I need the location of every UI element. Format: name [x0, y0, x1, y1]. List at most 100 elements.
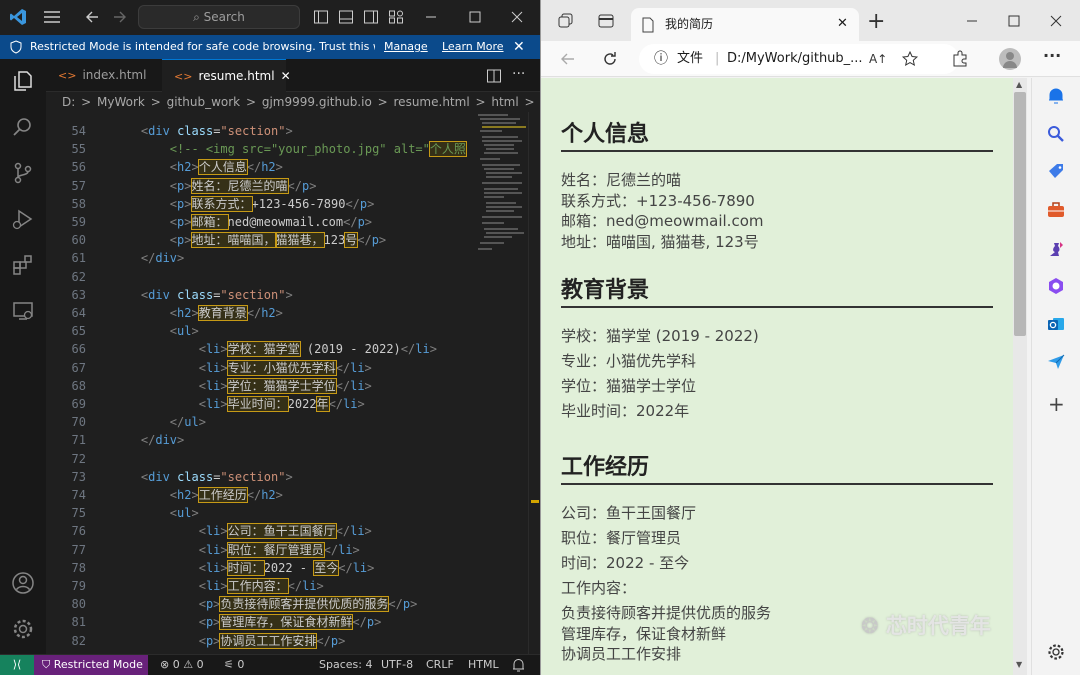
add-sidebar-app-icon[interactable]: +: [1048, 392, 1065, 416]
code-line[interactable]: 78 <li>时间：2022 - 至今</li>: [46, 559, 472, 577]
code-line[interactable]: 74 <h2>工作经历</h2>: [46, 486, 472, 504]
editor-scrollbar[interactable]: [528, 112, 540, 654]
code-line[interactable]: 77 <li>职位：餐厅管理员</li>: [46, 541, 472, 559]
explorer-icon[interactable]: [11, 69, 35, 93]
scrollbar-thumb[interactable]: [1014, 92, 1026, 336]
profile-avatar[interactable]: [999, 48, 1021, 70]
shopping-tag-icon[interactable]: [1046, 162, 1066, 182]
code-line[interactable]: 64 <h2>教育背景</h2>: [46, 304, 472, 322]
tab-resume-html[interactable]: <> resume.html ✕: [162, 59, 291, 92]
learn-more-link[interactable]: Learn More: [442, 35, 504, 59]
code-line[interactable]: 65 <ul>: [46, 322, 472, 340]
encoding-status[interactable]: UTF-8: [381, 655, 413, 675]
code-line[interactable]: 75 <ul>: [46, 504, 472, 522]
code-line[interactable]: 59 <p>邮箱：ned@meowmail.com</p>: [46, 213, 472, 231]
eol-status[interactable]: CRLF: [426, 655, 454, 675]
code-line[interactable]: 81 <p>管理库存，保证食材新鲜</p>: [46, 613, 472, 631]
breadcrumb-file[interactable]: resume.html: [394, 95, 470, 109]
scroll-up-icon[interactable]: ▲: [1016, 80, 1022, 89]
manage-link[interactable]: Manage: [384, 35, 428, 59]
microsoft-365-icon[interactable]: [1046, 276, 1066, 296]
customize-layout-icon[interactable]: [388, 9, 404, 25]
more-actions-icon[interactable]: ···: [512, 59, 525, 89]
code-line[interactable]: 68 <li>学位：猫猫学士学位</li>: [46, 377, 472, 395]
drop-send-icon[interactable]: [1046, 352, 1066, 372]
indentation-status[interactable]: Spaces: 4: [319, 655, 372, 675]
split-editor-icon[interactable]: [486, 68, 502, 84]
code-line[interactable]: 73 <div class="section">: [46, 468, 472, 486]
extensions-icon[interactable]: [951, 50, 969, 68]
add-favorite-icon[interactable]: [901, 50, 919, 68]
run-debug-icon[interactable]: [11, 207, 35, 231]
code-line[interactable]: 58 <p>联系方式：+123-456-7890</p>: [46, 195, 472, 213]
search-icon[interactable]: [1046, 124, 1066, 144]
bell-icon[interactable]: [1046, 86, 1066, 106]
workspaces-icon[interactable]: [557, 12, 575, 30]
banner-close-icon[interactable]: ✕: [513, 35, 525, 59]
code-line[interactable]: 69 <li>毕业时间：2022年</li>: [46, 395, 472, 413]
minimize-icon[interactable]: [422, 8, 440, 26]
hamburger-menu-icon[interactable]: [42, 8, 62, 26]
browser-tab[interactable]: 我的简历 ✕: [631, 8, 859, 41]
restricted-mode-status[interactable]: ⛉ Restricted Mode: [34, 655, 148, 675]
code-line[interactable]: 57 <p>姓名：尼德兰的喵</p>: [46, 177, 472, 195]
notifications-bell-icon[interactable]: [512, 658, 525, 672]
tab-close-icon[interactable]: ✕: [281, 69, 291, 83]
account-icon[interactable]: [11, 571, 35, 595]
new-tab-icon[interactable]: +: [867, 8, 885, 36]
minimize-icon[interactable]: [963, 12, 981, 30]
code-line[interactable]: 82 <p>协调员工工作安排</p>: [46, 632, 472, 650]
code-editor[interactable]: 54 <div class="section"> 55 <!-- <img src…: [46, 112, 472, 654]
read-aloud-icon[interactable]: A↑: [869, 44, 887, 74]
breadcrumb-html[interactable]: html: [491, 95, 518, 109]
code-line[interactable]: 63 <div class="section">: [46, 286, 472, 304]
code-line[interactable]: 72: [46, 450, 472, 468]
tab-close-icon[interactable]: ✕: [837, 8, 848, 40]
code-line[interactable]: 60 <p>地址：喵喵国，猫猫巷，123号</p>: [46, 231, 472, 249]
games-icon[interactable]: [1046, 238, 1066, 258]
code-line[interactable]: 67 <li>专业：小猫优先学科</li>: [46, 359, 472, 377]
scroll-down-icon[interactable]: ▼: [1016, 660, 1022, 669]
code-line[interactable]: 55 <!-- <img src="your_photo.jpg" alt="个…: [46, 140, 472, 158]
remote-indicator-icon[interactable]: ⟩⟨: [0, 655, 34, 675]
code-line[interactable]: 79 <li>工作内容：</li>: [46, 577, 472, 595]
toggle-sidebar-icon[interactable]: [313, 9, 329, 25]
close-window-icon[interactable]: [1047, 12, 1065, 30]
problems-status[interactable]: ⊗ 0 ⚠ 0: [160, 655, 204, 675]
code-line[interactable]: 71 </div>: [46, 431, 472, 449]
breadcrumb-github-work[interactable]: github_work: [167, 95, 241, 109]
forward-arrow-icon[interactable]: [110, 8, 128, 26]
settings-gear-icon[interactable]: [11, 617, 35, 641]
info-icon[interactable]: ⓘ: [654, 44, 668, 74]
code-line[interactable]: 61 </div>: [46, 249, 472, 267]
address-bar[interactable]: ⓘ 文件 | D:/MyWork/github_... A↑: [639, 44, 959, 74]
back-arrow-icon[interactable]: [559, 50, 577, 68]
refresh-icon[interactable]: [601, 50, 619, 68]
code-line[interactable]: 56 <h2>个人信息</h2>: [46, 158, 472, 176]
tab-index-html[interactable]: <> index.html: [46, 59, 160, 92]
maximize-icon[interactable]: [466, 8, 484, 26]
ports-status[interactable]: ⚟ 0: [224, 655, 244, 675]
toggle-panel-icon[interactable]: [338, 9, 354, 25]
settings-more-icon[interactable]: ···: [1043, 46, 1061, 65]
toolbox-icon[interactable]: [1046, 200, 1066, 220]
source-control-icon[interactable]: [11, 161, 35, 185]
toggle-secondary-sidebar-icon[interactable]: [363, 9, 379, 25]
code-line[interactable]: 54 <div class="section">: [46, 122, 472, 140]
maximize-icon[interactable]: [1005, 12, 1023, 30]
sidebar-settings-icon[interactable]: [1046, 642, 1066, 662]
vertical-tabs-icon[interactable]: [597, 12, 615, 30]
code-line[interactable]: 70 </ul>: [46, 413, 472, 431]
remote-explorer-icon[interactable]: [11, 299, 35, 323]
minimap[interactable]: [472, 112, 528, 654]
breadcrumb-mywork[interactable]: MyWork: [97, 95, 145, 109]
language-status[interactable]: HTML: [468, 655, 499, 675]
breadcrumb-drive[interactable]: D:: [62, 95, 75, 109]
code-line[interactable]: 76 <li>公司：鱼干王国餐厅</li>: [46, 522, 472, 540]
code-line[interactable]: 62: [46, 268, 472, 286]
code-line[interactable]: 66 <li>学校：猫学堂 (2019 - 2022)</li>: [46, 340, 472, 358]
outlook-icon[interactable]: [1046, 314, 1066, 334]
command-search[interactable]: ⌕ Search: [138, 5, 300, 29]
search-sidebar-icon[interactable]: [11, 115, 35, 139]
code-line[interactable]: 80 <p>负责接待顾客并提供优质的服务</p>: [46, 595, 472, 613]
